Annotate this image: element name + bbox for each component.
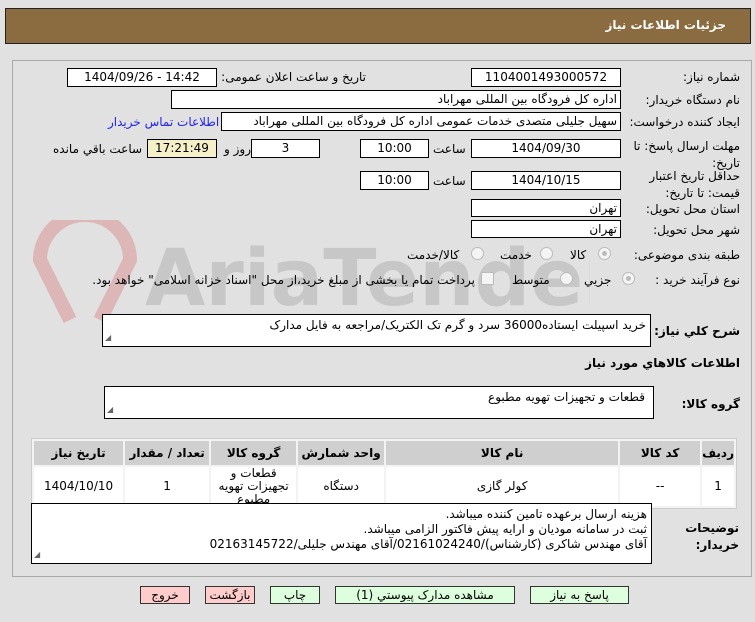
resize-grip-icon[interactable]: ◢: [107, 402, 113, 417]
process-radio-minor[interactable]: [622, 272, 635, 285]
treasury-checkbox[interactable]: [481, 272, 494, 285]
category-option-both: کالا/خدمت: [407, 248, 460, 262]
city-label: شهر محل تحویل:: [653, 223, 740, 237]
col-unit: واحد شمارش: [298, 441, 385, 465]
page-header: جزئیات اطلاعات نیاز: [5, 8, 751, 44]
days-label: روز و: [224, 142, 251, 156]
remaining-label: ساعت باقي مانده: [53, 142, 143, 156]
group-label: گروه کالا:: [681, 397, 740, 411]
province-field[interactable]: تهران: [471, 199, 621, 217]
days-field[interactable]: 3: [251, 139, 320, 158]
notes-label: توضیحات خریدار:: [685, 521, 739, 552]
col-name: نام کالا: [386, 441, 619, 465]
col-row: ردیف: [702, 441, 734, 465]
back-button[interactable]: بازگشت: [205, 586, 255, 604]
goods-section-heading: اطلاعات کالاهاي مورد نیاز: [585, 356, 740, 370]
cell-qty: 1: [125, 467, 210, 506]
print-button[interactable]: چاپ: [270, 586, 320, 604]
deadline-time-field[interactable]: 10:00: [360, 139, 429, 158]
city-field[interactable]: تهران: [471, 220, 621, 238]
validity-time-field[interactable]: 10:00: [360, 171, 429, 190]
view-attachments-button[interactable]: مشاهده مدارک پیوستي (1): [335, 586, 515, 604]
need-number-label: شماره نیاز:: [683, 70, 740, 84]
deadline-label: مهلت ارسال پاسخ: تا تاریخ:: [633, 139, 740, 170]
category-option-service: خدمت: [500, 248, 532, 262]
exit-button[interactable]: خروج: [140, 586, 190, 604]
process-radio-medium[interactable]: [560, 272, 573, 285]
notes-textarea[interactable]: هزینه ارسال برعهده تامین کننده میباشد. ث…: [31, 503, 652, 564]
process-option-minor: جزیي: [584, 273, 612, 287]
cell-row: 1: [702, 467, 734, 506]
buyer-contact-link[interactable]: اطلاعات تماس خریدار: [108, 115, 219, 129]
col-code: کد کالا: [620, 441, 701, 465]
table-row: 1 -- کولر گازی دستگاه قطعات و تجهیزات ته…: [34, 467, 734, 506]
buyer-field[interactable]: اداره کل فرودگاه بین المللی مهراباد: [171, 90, 621, 109]
notes-line: ثبت در سامانه مودیان و ارایه پیش فاکتور …: [363, 522, 647, 536]
deadline-date-field[interactable]: 1404/09/30: [471, 139, 621, 158]
description-label: شرح کلي نیاز:: [654, 324, 740, 338]
cell-name: کولر گازی: [386, 467, 619, 506]
validity-time-label: ساعت: [433, 174, 466, 188]
category-option-goods: کالا: [570, 248, 587, 262]
col-qty: تعداد / مقدار: [125, 441, 210, 465]
cell-code: --: [620, 467, 701, 506]
resize-grip-icon[interactable]: ◢: [105, 330, 111, 345]
description-text: خرید اسپیلت ایستاده36000 سرد و گرم تک ال…: [269, 318, 646, 332]
process-label: نوع فرآیند خرید :: [655, 273, 740, 287]
category-radio-service[interactable]: [540, 247, 553, 260]
creator-field[interactable]: سهیل جلیلی متصدی خدمات عمومی اداره کل فر…: [221, 112, 621, 131]
reply-button[interactable]: پاسخ به نیاز: [530, 586, 629, 604]
announce-label: تاریخ و ساعت اعلان عمومی:: [221, 70, 366, 84]
remaining-time-field: 17:21:49: [147, 139, 217, 158]
buyer-label: نام دستگاه خریدار:: [645, 93, 741, 107]
validity-label: حداقل تاریخ اعتبار قیمت: تا تاریخ:: [649, 169, 740, 200]
category-radio-goods[interactable]: [598, 247, 611, 260]
group-text: قطعات و تجهیزات تهویه مطبوع: [488, 390, 645, 404]
resize-grip-icon[interactable]: ◢: [34, 547, 40, 562]
category-radio-both[interactable]: [471, 247, 484, 260]
province-label: استان محل تحویل:: [645, 202, 740, 216]
page-title: جزئیات اطلاعات نیاز: [605, 18, 726, 32]
notes-line: آقای مهندس شاکری (کارشناس)/02161024240/آ…: [209, 537, 647, 551]
goods-table: ردیف کد کالا نام کالا واحد شمارش گروه کا…: [31, 438, 737, 509]
description-textarea[interactable]: خرید اسپیلت ایستاده36000 سرد و گرم تک ال…: [102, 314, 651, 347]
validity-date-field[interactable]: 1404/10/15: [471, 171, 621, 190]
process-option-medium: متوسط: [512, 273, 550, 287]
cell-unit: دستگاه: [298, 467, 385, 506]
col-date: تاریخ نیاز: [34, 441, 124, 465]
announce-datetime-field[interactable]: 1404/09/26 - 14:42: [67, 68, 217, 87]
cell-group: قطعات و تجهیزات تهویه مطبوع: [211, 467, 297, 506]
notes-line: هزینه ارسال برعهده تامین کننده میباشد.: [445, 507, 647, 521]
deadline-time-label: ساعت: [433, 142, 466, 156]
group-textarea[interactable]: قطعات و تجهیزات تهویه مطبوع ◢: [104, 386, 654, 419]
col-group: گروه کالا: [211, 441, 297, 465]
creator-label: ایجاد کننده درخواست:: [629, 115, 740, 129]
need-number-field[interactable]: 1104001493000572: [471, 68, 621, 87]
table-header-row: ردیف کد کالا نام کالا واحد شمارش گروه کا…: [34, 441, 734, 465]
category-label: طبقه بندی موضوعی:: [633, 248, 740, 262]
treasury-text: پرداخت تمام یا بخشی از مبلغ خرید،از محل …: [92, 273, 475, 287]
cell-date: 1404/10/10: [34, 467, 124, 506]
